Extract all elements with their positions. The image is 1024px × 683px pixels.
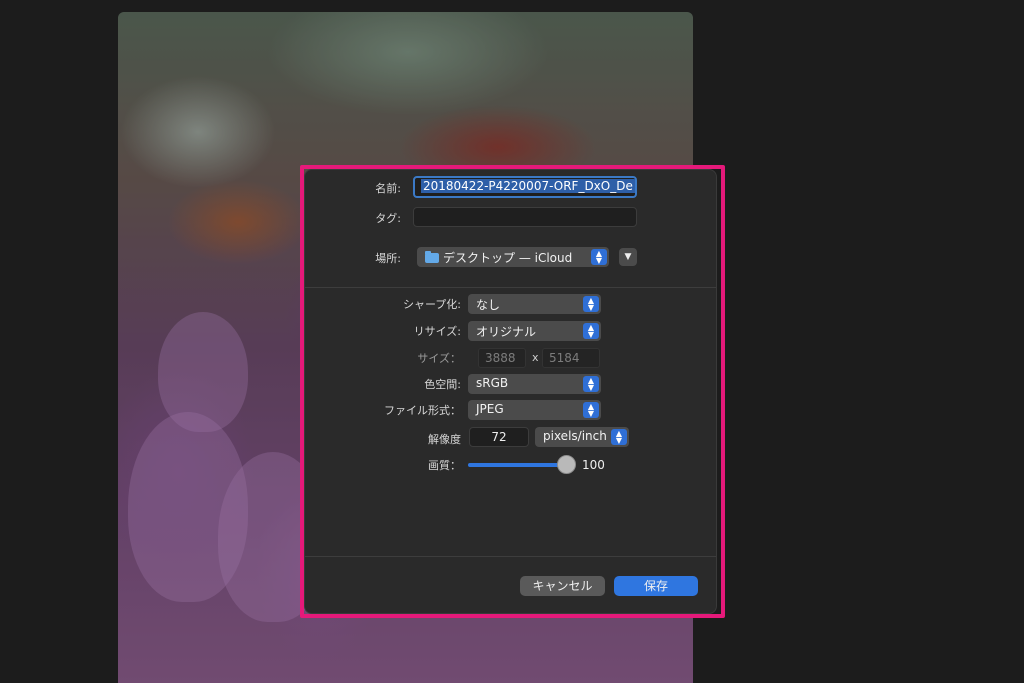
location-label: 場所: <box>375 252 401 265</box>
sharpen-value: なし <box>476 298 501 312</box>
chevron-updown-icon: ▲ ▼ <box>583 323 599 339</box>
name-label: 名前: <box>375 182 401 195</box>
name-value: 20180422-P4220007-ORF_DxO_De <box>421 179 635 193</box>
chevron-down-icon: ▼ <box>624 252 632 262</box>
format-value: JPEG <box>476 402 504 416</box>
sharpen-label: シャープ化: <box>402 298 461 311</box>
save-button[interactable]: 保存 <box>614 576 698 596</box>
chevron-updown-icon: ▲ ▼ <box>591 249 607 265</box>
size-separator: x <box>532 351 539 364</box>
chevron-updown-icon: ▲ ▼ <box>611 429 627 445</box>
resolution-label: 解像度 <box>428 433 461 446</box>
location-select[interactable]: デスクトップ — iCloud ▲ ▼ <box>417 247 609 267</box>
export-dialog: 名前: 20180422-P4220007-ORF_DxO_De タグ: 場所:… <box>304 169 717 614</box>
resolution-field[interactable]: 72 <box>469 427 529 447</box>
format-label: ファイル形式： <box>384 404 461 417</box>
tulip-petal <box>158 312 248 432</box>
chevron-updown-icon: ▲ ▼ <box>583 376 599 392</box>
size-width-field: 3888 <box>478 348 526 368</box>
location-value: デスクトップ — iCloud <box>443 251 573 265</box>
expand-button[interactable]: ▼ <box>619 248 637 266</box>
colorspace-label: 色空間: <box>424 378 461 391</box>
resize-value: オリジナル <box>476 325 537 339</box>
folder-icon <box>425 251 439 263</box>
resolution-unit-select[interactable]: pixels/inch ▲ ▼ <box>535 427 629 447</box>
resolution-unit-value: pixels/inch <box>543 429 607 443</box>
quality-slider-track[interactable] <box>468 463 566 467</box>
colorspace-value: sRGB <box>476 376 509 390</box>
resize-select[interactable]: オリジナル ▲ ▼ <box>468 321 601 341</box>
tulip-petal <box>128 412 248 602</box>
chevron-updown-icon: ▲ ▼ <box>583 296 599 312</box>
divider <box>305 287 716 288</box>
divider <box>305 556 716 557</box>
sharpen-select[interactable]: なし ▲ ▼ <box>468 294 601 314</box>
tags-label: タグ: <box>375 212 401 225</box>
format-select[interactable]: JPEG ▲ ▼ <box>468 400 601 420</box>
chevron-updown-icon: ▲ ▼ <box>583 402 599 418</box>
colorspace-select[interactable]: sRGB ▲ ▼ <box>468 374 601 394</box>
quality-slider-knob[interactable] <box>557 455 576 474</box>
resize-label: リサイズ: <box>413 325 461 338</box>
quality-label: 画質： <box>428 459 461 472</box>
screen: 名前: 20180422-P4220007-ORF_DxO_De タグ: 場所:… <box>0 0 1024 683</box>
size-height-field: 5184 <box>542 348 600 368</box>
name-field[interactable]: 20180422-P4220007-ORF_DxO_De <box>413 176 637 198</box>
tags-field[interactable] <box>413 207 637 227</box>
size-label: サイズ： <box>417 352 461 365</box>
cancel-button[interactable]: キャンセル <box>520 576 605 596</box>
quality-value: 100 <box>582 458 605 472</box>
